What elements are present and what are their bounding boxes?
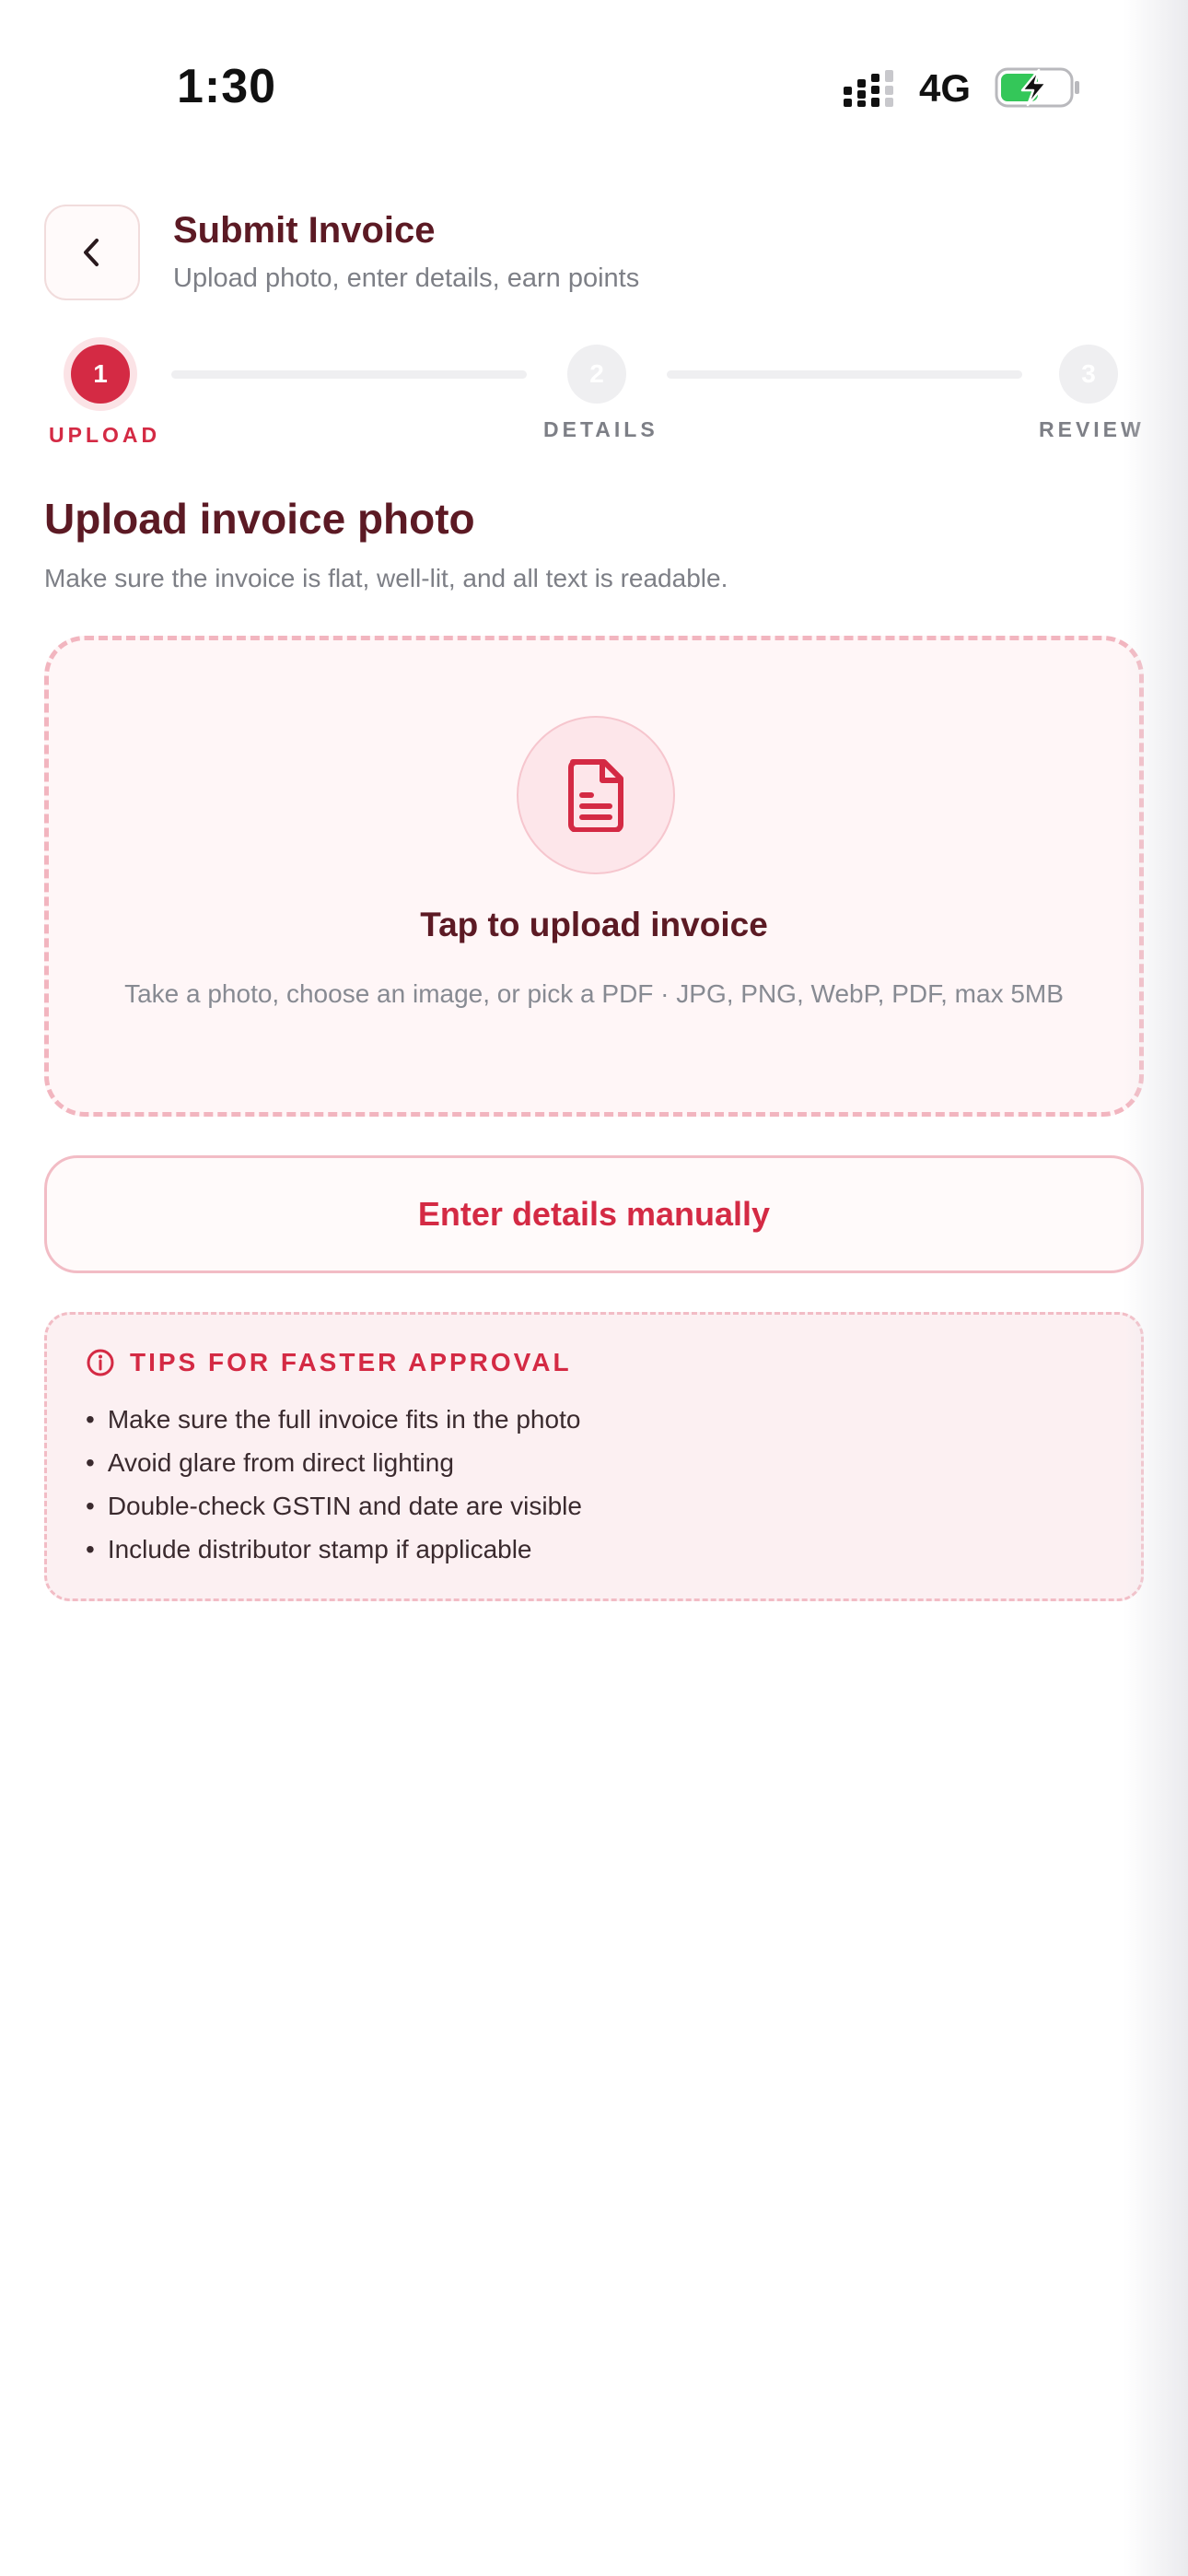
section-subtitle: Make sure the invoice is flat, well-lit,… [44,564,728,592]
screen: 1:30 4G Submit Invoice Upload photo, ent… [0,0,1188,2576]
tip-item: Avoid glare from direct lighting [86,1441,582,1484]
battery-charging-icon [995,67,1079,108]
upload-dropzone[interactable]: Tap to upload invoice Take a photo, choo… [44,636,1144,1117]
enter-manually-button[interactable]: Enter details manually [44,1155,1144,1273]
upload-title: Tap to upload invoice [420,906,768,943]
tips-title: TIPS FOR FASTER APPROVAL [130,1348,572,1376]
edge-shadow [1124,0,1188,2576]
tip-item: Make sure the full invoice fits in the p… [86,1398,582,1441]
tips-header: TIPS FOR FASTER APPROVAL [86,1348,572,1377]
step-1-label: UPLOAD [49,423,161,447]
tip-item: Double-check GSTIN and date are visible [86,1484,582,1528]
step-2-indicator: 2 [567,345,626,404]
signal-strength-icon [844,70,893,107]
back-button[interactable] [44,205,140,300]
upload-icon-badge [517,716,675,874]
page-title: Submit Invoice [173,210,436,251]
section-title: Upload invoice photo [44,495,475,543]
chevron-left-icon [84,239,99,266]
step-connector-2 [667,370,1022,379]
tip-item: Include distributor stamp if applicable [86,1528,582,1571]
document-icon [568,759,623,832]
step-2-label: DETAILS [543,417,658,441]
step-connector-1 [171,370,527,379]
tips-list: Make sure the full invoice fits in the p… [86,1398,582,1571]
info-icon [87,1349,114,1376]
tips-panel: TIPS FOR FASTER APPROVAL Make sure the f… [44,1312,1144,1601]
step-3-indicator: 3 [1059,345,1118,404]
status-time: 1:30 [177,60,277,113]
step-1-indicator: 1 [71,345,130,404]
upload-hint: Take a photo, choose an image, or pick a… [124,979,1064,1008]
page-subtitle: Upload photo, enter details, earn points [173,263,640,293]
network-type: 4G [919,66,972,110]
